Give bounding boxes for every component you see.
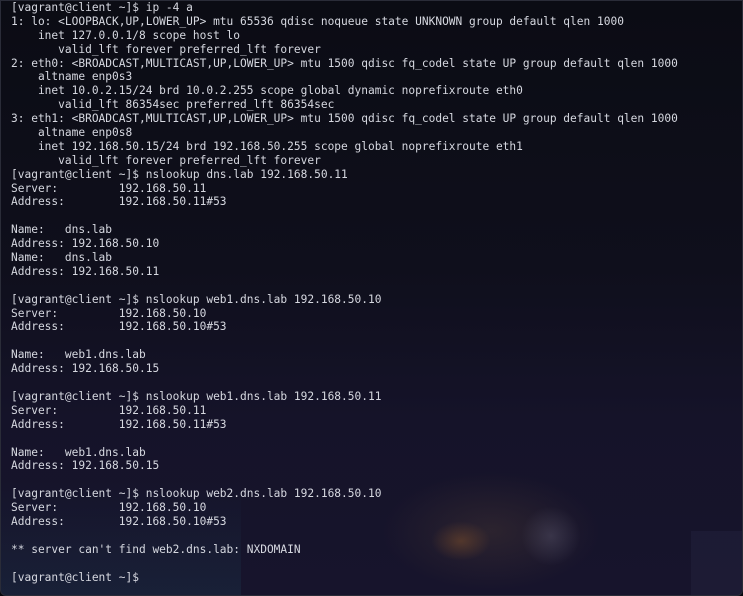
terminal-line: Address: 192.168.50.10	[11, 237, 160, 251]
terminal-line: altname enp0s3	[11, 70, 133, 84]
terminal-line: Name: dns.lab	[11, 223, 113, 237]
terminal-line: inet 10.0.2.15/24 brd 10.0.2.255 scope g…	[11, 84, 523, 98]
terminal-line: 1: lo: <LOOPBACK,UP,LOWER_UP> mtu 65536 …	[11, 14, 624, 28]
terminal-output[interactable]: [vagrant@client ~]$ ip -4 a 1: lo: <LOOPB…	[11, 1, 678, 584]
terminal-line: Address: 192.168.50.10#53	[11, 320, 227, 334]
terminal-line: ** server can't find web2.dns.lab: NXDOM…	[11, 542, 301, 556]
terminal-line: Server: 192.168.50.11	[11, 181, 207, 195]
terminal-line: inet 192.168.50.15/24 brd 192.168.50.255…	[11, 139, 523, 153]
terminal-line: [vagrant@client ~]$ nslookup dns.lab 192…	[11, 167, 348, 181]
terminal-line: 2: eth0: <BROADCAST,MULTICAST,UP,LOWER_U…	[11, 56, 678, 70]
terminal-line: valid_lft forever preferred_lft forever	[11, 153, 321, 167]
terminal-line: Address: 192.168.50.15	[11, 362, 160, 376]
terminal-line: Name: web1.dns.lab	[11, 348, 146, 362]
terminal-line: [vagrant@client ~]$ nslookup web1.dns.la…	[11, 292, 382, 306]
terminal-line: Server: 192.168.50.10	[11, 306, 207, 320]
terminal-prompt-line: [vagrant@client ~]$	[11, 570, 146, 584]
terminal-line: valid_lft 86354sec preferred_lft 86354se…	[11, 98, 335, 112]
terminal-line: Address: 192.168.50.11#53	[11, 195, 227, 209]
terminal-line: Name: dns.lab	[11, 251, 113, 265]
terminal-line: valid_lft forever preferred_lft forever	[11, 42, 321, 56]
terminal-line: altname enp0s8	[11, 126, 133, 140]
terminal-line: Address: 192.168.50.15	[11, 459, 160, 473]
terminal-window[interactable]: [vagrant@client ~]$ ip -4 a 1: lo: <LOOPB…	[0, 0, 743, 596]
terminal-line: Address: 192.168.50.11	[11, 264, 160, 278]
terminal-line: Name: web1.dns.lab	[11, 445, 146, 459]
terminal-line: Address: 192.168.50.11#53	[11, 417, 227, 431]
terminal-line: Server: 192.168.50.10	[11, 501, 207, 515]
terminal-line: inet 127.0.0.1/8 scope host lo	[11, 28, 241, 42]
terminal-line: Server: 192.168.50.11	[11, 403, 207, 417]
terminal-line: [vagrant@client ~]$ nslookup web1.dns.la…	[11, 389, 382, 403]
terminal-line: 3: eth1: <BROADCAST,MULTICAST,UP,LOWER_U…	[11, 112, 678, 126]
terminal-line: [vagrant@client ~]$ nslookup web2.dns.la…	[11, 487, 382, 501]
terminal-line: [vagrant@client ~]$ ip -4 a	[11, 1, 193, 14]
terminal-line: Address: 192.168.50.10#53	[11, 514, 227, 528]
